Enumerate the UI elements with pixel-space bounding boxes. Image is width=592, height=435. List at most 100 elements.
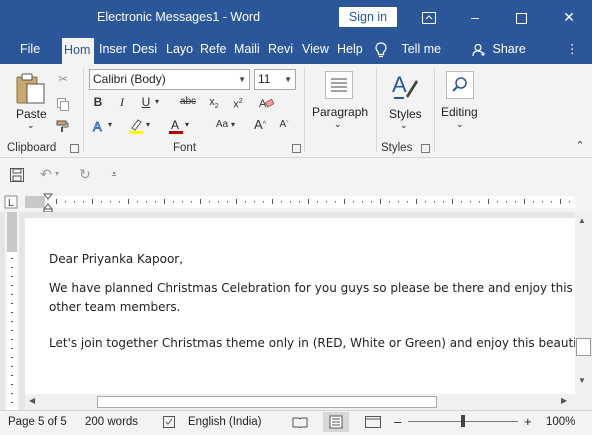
- redo-icon[interactable]: ↻: [75, 164, 95, 184]
- ruler-tick: [173, 201, 174, 203]
- tab-references[interactable]: Refe: [200, 34, 229, 64]
- tab-layout[interactable]: Layo: [166, 34, 196, 64]
- page-count[interactable]: Page 5 of 5: [8, 416, 67, 428]
- share-label: Share: [492, 42, 526, 56]
- print-layout-icon[interactable]: [323, 412, 349, 432]
- ruler-tick: [209, 201, 210, 203]
- paragraph-label[interactable]: Paragraph: [312, 105, 368, 119]
- ruler-tick: [398, 201, 399, 203]
- ruler-tick: [128, 199, 129, 204]
- tab-help[interactable]: Help: [337, 34, 367, 64]
- proofing-icon[interactable]: [163, 416, 177, 431]
- zoom-slider-thumb[interactable]: [461, 415, 465, 427]
- tab-view[interactable]: View: [302, 34, 332, 64]
- ruler-tick: [389, 201, 390, 203]
- paste-button[interactable]: [13, 71, 47, 105]
- share-button[interactable]: Share: [472, 34, 532, 64]
- ruler-tick: [569, 201, 570, 203]
- horizontal-scroll-thumb[interactable]: [97, 396, 437, 408]
- tab-mailings[interactable]: Maili: [234, 34, 264, 64]
- zoom-in-icon[interactable]: +: [524, 414, 532, 429]
- scroll-up-icon[interactable]: ▲: [578, 216, 586, 225]
- ruler-tick: [551, 201, 552, 203]
- font-name-box[interactable]: Calibri (Body) ▼: [89, 69, 250, 90]
- cut-icon[interactable]: ✂: [53, 69, 73, 89]
- subscript-icon[interactable]: x2: [204, 92, 224, 112]
- ruler-tick: [479, 201, 480, 203]
- editing-label[interactable]: Editing: [441, 105, 478, 119]
- svg-text:A: A: [392, 72, 407, 97]
- clear-formatting-icon[interactable]: A: [256, 92, 276, 112]
- bold-icon[interactable]: B: [88, 92, 108, 112]
- document-page[interactable]: Dear Priyanka Kapoor, We have planned Ch…: [25, 218, 575, 394]
- word-count[interactable]: 200 words: [85, 416, 138, 428]
- customize-qat-icon[interactable]: ⩡: [104, 164, 124, 184]
- text-effects-dropdown-icon[interactable]: ▾: [105, 115, 115, 135]
- vertical-scroll-thumb[interactable]: [576, 338, 591, 356]
- paragraph-icon[interactable]: [325, 71, 353, 99]
- ruler-tick: [317, 201, 318, 203]
- editing-dropdown-icon[interactable]: ⌄: [456, 119, 464, 130]
- vertical-ruler-tick: [11, 312, 13, 313]
- styles-label[interactable]: Styles: [389, 107, 422, 121]
- ruler-tick: [380, 199, 381, 204]
- svg-text:A: A: [171, 118, 179, 132]
- vertical-scrollbar[interactable]: ▲ ▼: [575, 212, 592, 410]
- font-color-dropdown-icon[interactable]: ▾: [182, 115, 192, 135]
- scroll-left-icon[interactable]: ◀: [29, 396, 35, 405]
- tab-home[interactable]: Hom: [62, 38, 94, 64]
- styles-dropdown-icon[interactable]: ⌄: [400, 120, 408, 131]
- ruler-tick: [371, 201, 372, 203]
- undo-dropdown-icon[interactable]: ▾: [52, 164, 62, 184]
- copy-icon[interactable]: [53, 93, 73, 113]
- ruler-tick: [101, 201, 102, 203]
- zoom-level[interactable]: 100%: [546, 416, 575, 428]
- minimize-icon[interactable]: –: [452, 0, 498, 34]
- more-options-icon[interactable]: ⋮: [566, 34, 576, 64]
- save-icon[interactable]: [7, 164, 27, 184]
- horizontal-ruler[interactable]: L: [0, 190, 592, 213]
- underline-dropdown-icon[interactable]: ▾: [152, 92, 162, 112]
- tell-me-box[interactable]: Tell me: [374, 34, 464, 64]
- italic-icon[interactable]: I: [112, 92, 132, 112]
- styles-group-label: Styles: [381, 142, 413, 154]
- tab-design[interactable]: Desi: [132, 34, 161, 64]
- paste-dropdown-icon[interactable]: ⌄: [27, 120, 35, 131]
- language[interactable]: English (India): [188, 416, 262, 428]
- grow-font-icon[interactable]: A^: [250, 115, 270, 135]
- horizontal-scrollbar[interactable]: ◀ ▶: [25, 394, 575, 410]
- scroll-right-icon[interactable]: ▶: [561, 396, 567, 405]
- search-icon[interactable]: [446, 71, 474, 99]
- clipboard-launcher-icon[interactable]: [70, 144, 79, 153]
- shrink-font-icon[interactable]: Aˇ: [274, 115, 294, 135]
- ruler-tick: [245, 201, 246, 203]
- superscript-icon[interactable]: x2: [228, 92, 248, 112]
- ribbon: Paste ⌄ ✂ Clipboard Calibri (Body) ▼ 11 …: [0, 64, 592, 158]
- ribbon-display-options-icon[interactable]: [406, 0, 452, 34]
- web-layout-icon[interactable]: [365, 416, 381, 431]
- paragraph-dropdown-icon[interactable]: ⌄: [334, 119, 342, 130]
- tab-file[interactable]: File: [20, 34, 42, 64]
- close-icon[interactable]: ✕: [546, 0, 592, 34]
- scroll-down-icon[interactable]: ▼: [578, 376, 586, 385]
- quick-access-toolbar: ↶ ▾ ↻ ⩡: [0, 159, 592, 189]
- read-mode-icon[interactable]: [292, 416, 308, 431]
- font-launcher-icon[interactable]: [292, 144, 301, 153]
- styles-icon[interactable]: A: [390, 70, 420, 102]
- strikethrough-icon[interactable]: abc: [176, 92, 200, 112]
- vertical-ruler-tick: [11, 276, 13, 277]
- ruler-tick: [524, 199, 525, 204]
- zoom-out-icon[interactable]: –: [394, 414, 401, 429]
- tab-insert[interactable]: Inser: [99, 34, 128, 64]
- ruler-tick: [281, 201, 282, 203]
- tab-review[interactable]: Revi: [268, 34, 297, 64]
- sign-in-button[interactable]: Sign in: [339, 7, 397, 27]
- highlight-dropdown-icon[interactable]: ▾: [143, 115, 153, 135]
- collapse-ribbon-icon[interactable]: ⌃: [570, 136, 590, 156]
- change-case-dropdown-icon[interactable]: ▾: [228, 115, 238, 135]
- styles-launcher-icon[interactable]: [421, 144, 430, 153]
- format-painter-icon[interactable]: [53, 115, 73, 135]
- title-bar: Electronic Messages1 - Word Sign in – ✕: [0, 0, 592, 34]
- maximize-icon[interactable]: [498, 0, 544, 34]
- font-size-box[interactable]: 11 ▼: [254, 69, 296, 90]
